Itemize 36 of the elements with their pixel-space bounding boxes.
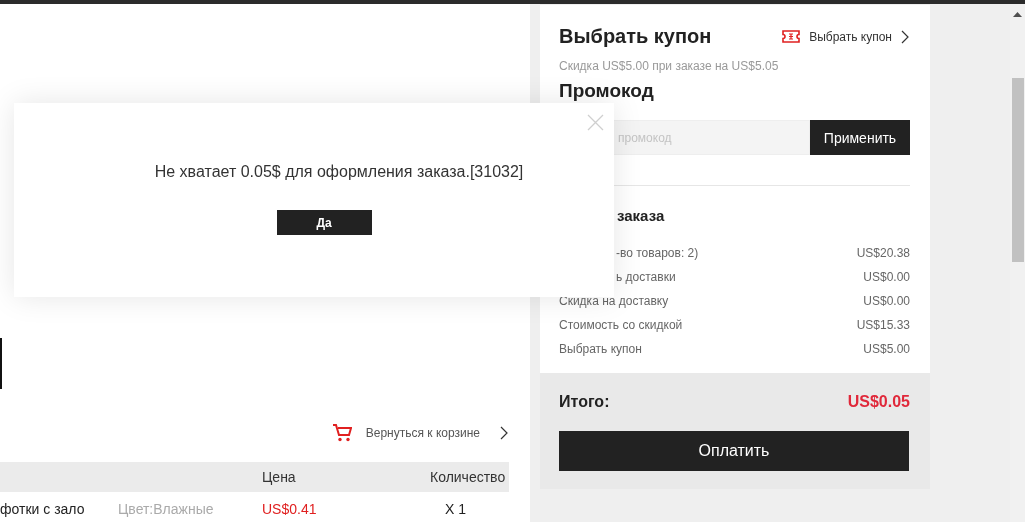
close-icon[interactable] — [587, 114, 604, 131]
summary-title: заказа — [617, 207, 666, 224]
summary-value: US$0.00 — [863, 270, 910, 284]
pay-button[interactable]: Оплатить — [559, 431, 909, 471]
apply-button[interactable]: Применить — [810, 120, 910, 155]
cart-icon — [331, 424, 352, 443]
summary-value: US$0.00 — [863, 294, 910, 308]
coupon-link[interactable]: Выбрать купон — [782, 29, 909, 44]
ticket-icon — [782, 30, 801, 43]
product-name: фотки с зало — [0, 501, 86, 517]
summary-label: Скидка на доставку — [559, 294, 669, 308]
chevron-right-icon — [901, 29, 909, 44]
scroll-up-icon[interactable] — [1013, 12, 1022, 17]
edge-bar — [0, 338, 2, 390]
total-label: Итого: — [559, 393, 610, 411]
total-amount: US$0.05 — [847, 393, 910, 411]
summary-value: US$20.38 — [856, 246, 910, 260]
summary-label: Выбрать купон — [559, 342, 642, 356]
summary-label: -во товаров: 2) — [616, 246, 699, 260]
coupon-title: Выбрать купон — [559, 25, 712, 48]
summary-label: Стоимость со скидкой — [559, 318, 683, 332]
column-header: Количество — [430, 469, 506, 486]
chevron-right-icon — [500, 426, 508, 441]
product-quantity: X 1 — [445, 501, 466, 517]
summary-value: US$5.00 — [863, 342, 910, 356]
back-to-cart-link[interactable]: Вернуться к корзине — [331, 424, 508, 443]
product-variant: Цвет:Влажные — [118, 501, 215, 517]
scrollbar-thumb[interactable] — [1011, 78, 1024, 262]
product-price: US$0.41 — [262, 501, 318, 517]
summary-label: ь доставки — [616, 270, 676, 284]
promo-title: Промокод — [559, 81, 655, 101]
confirm-button[interactable]: Да — [276, 210, 372, 235]
dialog-message: Не хватает 0.05$ для оформления заказа.[31032] — [153, 163, 524, 181]
summary-value: US$15.33 — [856, 318, 910, 332]
column-header: Цена — [262, 469, 297, 486]
coupon-description: Скидка US$5.00 при заказе на US$5.05 — [559, 59, 780, 73]
